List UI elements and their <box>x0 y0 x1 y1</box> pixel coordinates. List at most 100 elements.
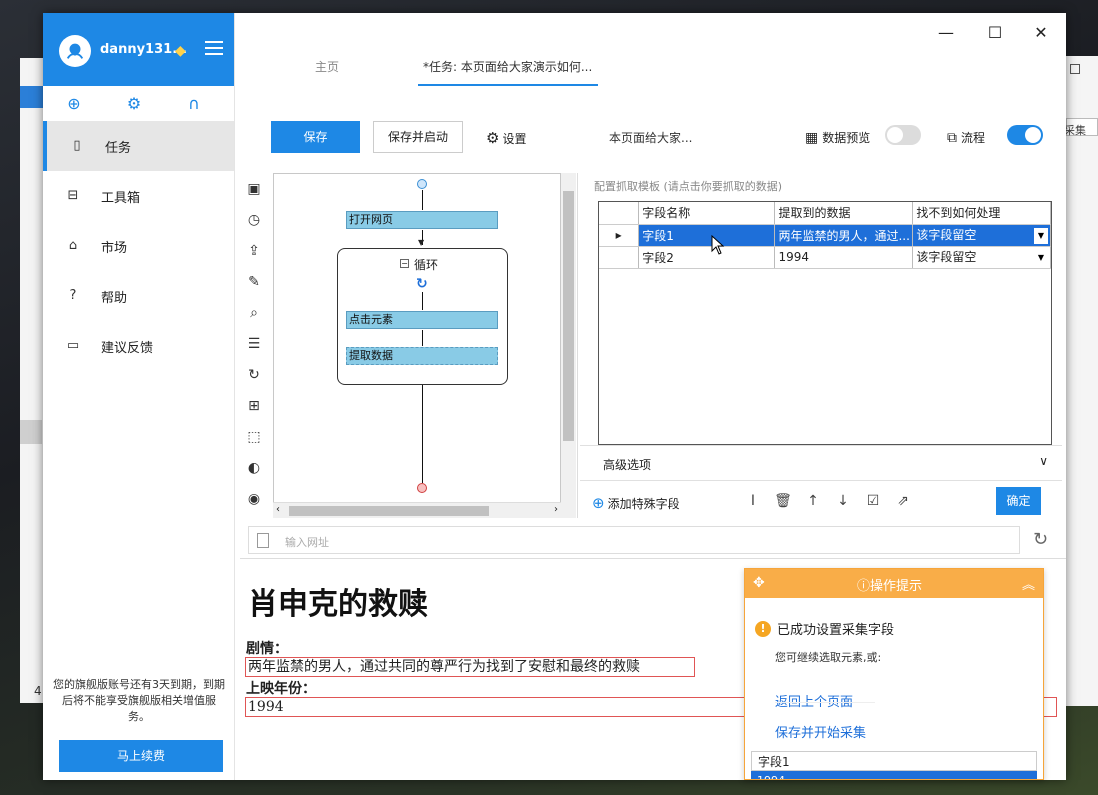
add-special-field-button[interactable]: ⊕ 添加特殊字段 <box>592 494 680 512</box>
minimize-icon[interactable]: — <box>931 23 961 42</box>
task-name[interactable]: 本页面给大家... <box>609 129 692 146</box>
year-label[interactable]: 上映年份： <box>246 678 316 698</box>
sidebar-item-task[interactable]: ▯ 任务 <box>43 121 234 171</box>
plot-value[interactable]: 两年监禁的男人，通过共同的尊严行为找到了安慰和最终的救赎 <box>245 657 695 677</box>
flow-horizontal-scrollbar[interactable]: ‹ › <box>273 502 561 518</box>
row-selector[interactable] <box>599 246 640 269</box>
move-icon[interactable]: ✥ <box>753 575 765 591</box>
tip-panel: ✥ ⓘ操作提示 ︽ ! 已成功设置采集字段 您可继续选取元素,或: 返回上个页面… <box>744 568 1044 780</box>
column-header[interactable]: 提取到的数据 <box>774 202 914 225</box>
dropdown-arrow-icon[interactable]: ▼ <box>1034 250 1048 266</box>
ok-button[interactable]: 确定 <box>996 487 1041 515</box>
save-button[interactable]: 保存 <box>271 121 360 153</box>
hamburger-menu-icon[interactable] <box>205 41 223 59</box>
open-page-tool-icon[interactable]: ▣ <box>244 179 264 199</box>
extract-tool-icon[interactable]: ⇪ <box>244 241 264 261</box>
maximize-icon[interactable]: ☐ <box>980 23 1010 42</box>
field-grid: 字段名称 提取到的数据 找不到如何处理 ▸ 字段1 两年监禁的男人，通过... … <box>598 201 1052 445</box>
loop-refresh-icon: ↻ <box>416 276 428 292</box>
panel-divider <box>577 173 578 518</box>
row-selector-icon[interactable]: ▸ <box>599 224 640 247</box>
flow-vertical-scrollbar[interactable] <box>561 173 576 518</box>
branch-tool-icon[interactable]: ⊞ <box>244 396 264 416</box>
rename-field-icon[interactable]: Ⅰ <box>744 492 762 510</box>
tab-home[interactable]: 主页 <box>315 58 339 75</box>
sidebar-item-help[interactable]: ? 帮助 <box>43 271 234 321</box>
settings-button[interactable]: ⚙ 设置 <box>486 129 526 147</box>
tip-header[interactable]: ✥ ⓘ操作提示 ︽ <box>745 569 1043 598</box>
tip-field-name[interactable]: 字段1 <box>751 751 1037 771</box>
table-row[interactable]: 字段2 1994 该字段留空 ▼ <box>599 246 1051 269</box>
field-data-cell[interactable]: 1994 <box>774 246 914 269</box>
add-task-icon[interactable]: ⊕ <box>64 94 84 114</box>
scrollbar-thumb[interactable] <box>289 506 489 516</box>
sidebar-item-toolbox[interactable]: ⊟ 工具箱 <box>43 171 234 221</box>
field-data-cell[interactable]: 两年监禁的男人，通过... <box>774 224 914 247</box>
scroll-left-icon[interactable]: ‹ <box>276 504 280 515</box>
address-input[interactable]: 输入网址 <box>285 534 329 550</box>
switch-dropdown-tool-icon[interactable]: ☰ <box>244 334 264 354</box>
collapse-up-icon[interactable]: ︽ <box>1022 574 1035 593</box>
recognize-captcha-tool-icon[interactable]: ⌕ <box>244 303 264 323</box>
advanced-options[interactable]: 高级选项 ∨ <box>580 445 1062 480</box>
field-handle-cell[interactable]: 该字段留空 ▼ <box>912 246 1051 269</box>
avatar[interactable] <box>59 35 91 67</box>
address-bar[interactable]: 输入网址 <box>248 526 1020 554</box>
scrollbar-thumb[interactable] <box>563 191 574 441</box>
movie-title[interactable]: 肖申克的救赎 <box>248 579 428 623</box>
toolbox-icon: ⊟ <box>67 188 79 203</box>
scroll-right-icon[interactable]: › <box>554 504 558 515</box>
field-name-cell[interactable]: 字段2 <box>638 246 776 269</box>
flow-toggle[interactable] <box>1007 125 1043 145</box>
success-message: ! 已成功设置采集字段 <box>755 619 894 638</box>
settings-label: 设置 <box>502 131 527 146</box>
data-preview-toggle[interactable] <box>885 125 921 145</box>
flow-node-extract-data[interactable]: 提取数据 <box>346 347 498 365</box>
plot-label[interactable]: 剧情： <box>246 638 288 658</box>
dropdown-arrow-icon[interactable]: ▼ <box>1034 228 1048 244</box>
username[interactable]: danny131... <box>100 42 187 57</box>
headset-support-icon[interactable]: ∩ <box>184 94 204 114</box>
trash-icon[interactable]: 🗑 <box>774 492 792 510</box>
move-up-icon[interactable]: ↑ <box>804 492 822 510</box>
tab-task[interactable]: *任务: 本页面给大家演示如何... <box>423 58 592 75</box>
sidebar-item-feedback[interactable]: ▭ 建议反馈 <box>43 321 234 371</box>
flow-canvas[interactable]: 打开网页 ▼ − 循环 ↻ 点击元素 提取数据 <box>273 173 561 518</box>
sidebar-item-market[interactable]: ⌂ 市场 <box>43 221 234 271</box>
column-header[interactable]: 字段名称 <box>638 202 776 225</box>
input-text-tool-icon[interactable]: ✎ <box>244 272 264 292</box>
vip-diamond-icon: ◆ <box>175 43 186 59</box>
click-tool-icon[interactable]: ◷ <box>244 210 264 230</box>
edit-check-icon[interactable]: ☑ <box>864 492 882 510</box>
grid-header-row: 字段名称 提取到的数据 找不到如何处理 <box>599 202 1051 225</box>
back-link[interactable]: 返回上个页面 <box>775 691 853 710</box>
field-name-cell[interactable]: 字段1 <box>638 224 776 247</box>
flow-text: 流程 <box>961 131 986 145</box>
export-icon[interactable]: ⇗ <box>894 492 912 510</box>
end-loop-tool-icon[interactable]: ◉ <box>244 489 264 509</box>
sidebar-header: danny131... ◆ <box>43 13 234 86</box>
move-down-icon[interactable]: ↓ <box>834 492 852 510</box>
tip-title-text: 操作提示 <box>870 579 923 594</box>
mouse-hover-tool-icon[interactable]: ⬚ <box>244 427 264 447</box>
success-text: 已成功设置采集字段 <box>777 623 895 638</box>
close-icon[interactable]: ✕ <box>1026 23 1056 42</box>
flow-connector <box>422 292 423 310</box>
column-header[interactable]: 找不到如何处理 <box>912 202 1051 225</box>
collapse-icon[interactable]: − <box>400 259 409 268</box>
settings-gear-icon[interactable]: ⚙ <box>124 94 144 114</box>
flow-node-click-element[interactable]: 点击元素 <box>346 311 498 329</box>
table-row[interactable]: ▸ 字段1 两年监禁的男人，通过... 该字段留空 ▼ <box>599 224 1051 247</box>
loop-tool-icon[interactable]: ↻ <box>244 365 264 385</box>
save-and-start-link[interactable]: 保存并开始采集 <box>775 722 866 741</box>
save-and-start-button[interactable]: 保存并启动 <box>373 121 463 153</box>
renew-button[interactable]: 马上续费 <box>59 740 223 772</box>
tip-field-value[interactable]: 1994 <box>751 771 1037 779</box>
cookie-tool-icon[interactable]: ◐ <box>244 458 264 478</box>
field-handle-cell[interactable]: 该字段留空 ▼ <box>912 224 1051 247</box>
flow-node-open-page[interactable]: 打开网页 <box>346 211 498 229</box>
refresh-icon[interactable]: ↻ <box>1033 529 1048 550</box>
octopus-avatar-icon <box>66 43 84 59</box>
data-preview-text: 数据预览 <box>822 131 871 145</box>
grid-corner <box>599 202 640 225</box>
